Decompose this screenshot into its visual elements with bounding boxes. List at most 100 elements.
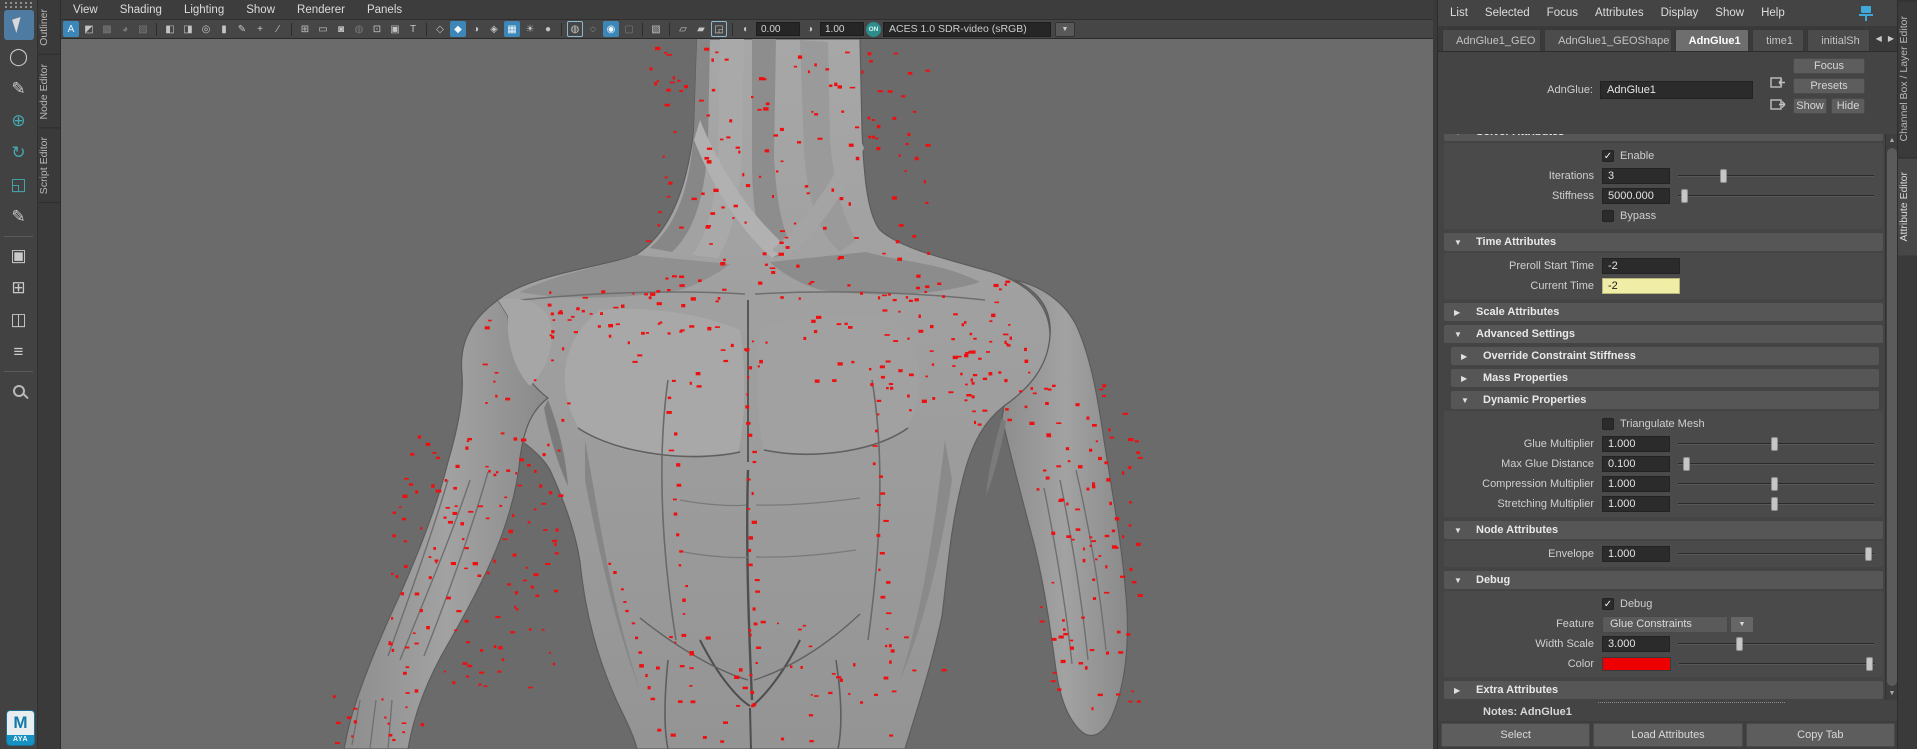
sculpt-history-icon[interactable]: ✎ <box>4 202 34 232</box>
anti-aliasing-icon[interactable]: ◉ <box>603 21 619 37</box>
color-swatch[interactable] <box>1602 657 1671 671</box>
ae-tab-adnglue1_geo[interactable]: AdnGlue1_GEO <box>1442 29 1541 51</box>
pin-panel-icon[interactable] <box>1859 6 1873 21</box>
viewport-menu-panels[interactable]: Panels <box>367 4 402 16</box>
exposure-field[interactable] <box>756 22 800 36</box>
panel-tab-outliner[interactable]: Outliner <box>38 1 60 55</box>
section-header-extra-attributes[interactable]: ▶Extra Attributes <box>1444 681 1883 699</box>
shadows-toggle-icon[interactable]: ◩ <box>81 21 97 37</box>
ae-menu-help[interactable]: Help <box>1761 7 1785 19</box>
select-button[interactable]: Select <box>1441 723 1590 747</box>
color-management-toggle-icon[interactable]: ON <box>866 22 881 37</box>
annotate-icon[interactable]: ∕ <box>270 21 286 37</box>
viewport-menu-view[interactable]: View <box>73 4 98 16</box>
value-field-current-time[interactable] <box>1602 278 1680 294</box>
checkbox-unchecked-icon[interactable] <box>1602 210 1614 222</box>
viewport-menu-show[interactable]: Show <box>246 4 275 16</box>
attributes-scroll-area[interactable]: ▼Solver Attributes✓EnableIterationsStiff… <box>1438 134 1885 700</box>
smooth-shade-all-icon[interactable]: ◆ <box>450 21 466 37</box>
exposure-icon[interactable]: ◐ <box>738 21 754 37</box>
slider-envelope[interactable] <box>1678 547 1874 561</box>
value-field-stiffness[interactable] <box>1602 188 1670 204</box>
ae-tab-adnglue1[interactable]: AdnGlue1 <box>1675 29 1749 51</box>
slider-glue-multiplier[interactable] <box>1678 437 1874 451</box>
select-tool-icon[interactable] <box>4 10 34 40</box>
slider-handle[interactable] <box>1771 437 1778 451</box>
section-header-dynamic-properties[interactable]: ▼Dynamic Properties <box>1451 391 1879 409</box>
panel-tab-node-editor[interactable]: Node Editor <box>38 56 60 128</box>
tab-scroll-right-icon[interactable]: ▶ <box>1885 34 1897 43</box>
ae-menu-display[interactable]: Display <box>1661 7 1699 19</box>
section-header-override-constraint-stiffness[interactable]: ▶Override Constraint Stiffness <box>1451 347 1879 365</box>
move-tool-icon[interactable]: ⊕ <box>4 106 34 136</box>
wireframe-on-shaded-icon[interactable]: ▦ <box>504 21 520 37</box>
panel-tab-channel-box-layer-editor[interactable]: Channel Box / Layer Editor <box>1898 1 1917 156</box>
value-field-preroll-start-time[interactable] <box>1602 258 1680 274</box>
slider-handle[interactable] <box>1866 657 1873 671</box>
slider-iterations[interactable] <box>1678 169 1874 183</box>
section-header-solver-attributes[interactable]: ▼Solver Attributes <box>1444 134 1883 141</box>
scale-tool-icon[interactable]: ◱ <box>4 170 34 200</box>
shadows-display-icon[interactable]: ● <box>540 21 556 37</box>
dropdown-arrow-icon[interactable]: ▼ <box>1730 616 1754 633</box>
value-field-max-glue-distance[interactable] <box>1602 456 1670 472</box>
bookmark-icon[interactable]: ▮ <box>216 21 232 37</box>
ae-tab-time1[interactable]: time1 <box>1752 29 1804 51</box>
ae-menu-focus[interactable]: Focus <box>1547 7 1578 19</box>
toolbox-drag-handle[interactable] <box>5 6 32 8</box>
paint-select-tool-icon[interactable]: ✎ <box>4 74 34 104</box>
section-header-node-attributes[interactable]: ▼Node Attributes <box>1444 521 1883 539</box>
slider-max-glue-distance[interactable] <box>1678 457 1874 471</box>
value-field-envelope[interactable] <box>1602 546 1670 562</box>
ae-menu-show[interactable]: Show <box>1715 7 1744 19</box>
tab-scroll-left-icon[interactable]: ◀ <box>1873 34 1885 43</box>
snap-to-view-icon[interactable]: ◲ <box>711 21 727 37</box>
slider-stiffness[interactable] <box>1678 189 1874 203</box>
section-header-advanced-settings[interactable]: ▼Advanced Settings <box>1444 325 1883 343</box>
camera-attributes-icon[interactable]: ◎ <box>198 21 214 37</box>
grease-pencil-icon[interactable]: ✎ <box>234 21 250 37</box>
motion-blur-display-icon[interactable]: ◌ <box>585 21 601 37</box>
checkbox-checked-icon[interactable]: ✓ <box>1602 150 1614 162</box>
slider-handle[interactable] <box>1736 637 1743 651</box>
use-default-material-icon[interactable]: ◈ <box>486 21 502 37</box>
hide-button[interactable]: Hide <box>1831 98 1865 114</box>
checkbox-unchecked-icon[interactable] <box>1602 418 1614 430</box>
wireframe-icon[interactable]: ◇ <box>432 21 448 37</box>
show-button[interactable]: Show <box>1793 98 1827 114</box>
motion-blur-toggle-icon[interactable]: ◕ <box>117 21 133 37</box>
slider-handle[interactable] <box>1771 477 1778 491</box>
gate-mask-icon[interactable]: ◍ <box>351 21 367 37</box>
select-camera-icon[interactable]: ◧ <box>162 21 178 37</box>
layout-outliner-persp-icon[interactable]: ≡ <box>4 337 34 367</box>
textured-icon[interactable]: ◑ <box>468 21 484 37</box>
xray-icon[interactable]: ▱ <box>675 21 691 37</box>
use-all-lights-icon[interactable]: A <box>63 21 79 37</box>
ambient-occlusion-icon[interactable]: ◍ <box>567 21 583 37</box>
section-header-time-attributes[interactable]: ▼Time Attributes <box>1444 233 1883 251</box>
presets-button[interactable]: Presets <box>1793 78 1865 94</box>
viewport-menu-lighting[interactable]: Lighting <box>184 4 224 16</box>
image-plane-icon[interactable]: ▣ <box>387 21 403 37</box>
viewport-menu-shading[interactable]: Shading <box>120 4 162 16</box>
resolution-gate-icon[interactable]: ◙ <box>333 21 349 37</box>
ae-menu-attributes[interactable]: Attributes <box>1595 7 1644 19</box>
value-field-stretching-multiplier[interactable] <box>1602 496 1670 512</box>
panel-tab-attribute-editor[interactable]: Attribute Editor <box>1898 157 1917 255</box>
film-gate-icon[interactable]: ▭ <box>315 21 331 37</box>
show-input-connections-icon[interactable] <box>1768 74 1788 90</box>
value-field-glue-multiplier[interactable] <box>1602 436 1670 452</box>
view-transform-dropdown-arrow-icon[interactable]: ▼ <box>1055 22 1075 37</box>
dropdown-feature[interactable]: Glue Constraints <box>1602 616 1728 633</box>
slider-handle[interactable] <box>1771 497 1778 511</box>
viewport-menu-renderer[interactable]: Renderer <box>297 4 345 16</box>
search-icon[interactable] <box>4 376 34 406</box>
copy-tab-button[interactable]: Copy Tab <box>1746 723 1895 747</box>
slider-handle[interactable] <box>1683 457 1690 471</box>
layout-two-pane-icon[interactable]: ◫ <box>4 305 34 335</box>
section-header-scale-attributes[interactable]: ▶Scale Attributes <box>1444 303 1883 321</box>
safe-title-icon[interactable]: T <box>405 21 421 37</box>
ssao-toggle-icon[interactable]: ▩ <box>99 21 115 37</box>
ae-tab-adnglue1_geoshape[interactable]: AdnGlue1_GEOShape <box>1544 29 1672 51</box>
layout-four-pane-icon[interactable]: ⊞ <box>4 273 34 303</box>
